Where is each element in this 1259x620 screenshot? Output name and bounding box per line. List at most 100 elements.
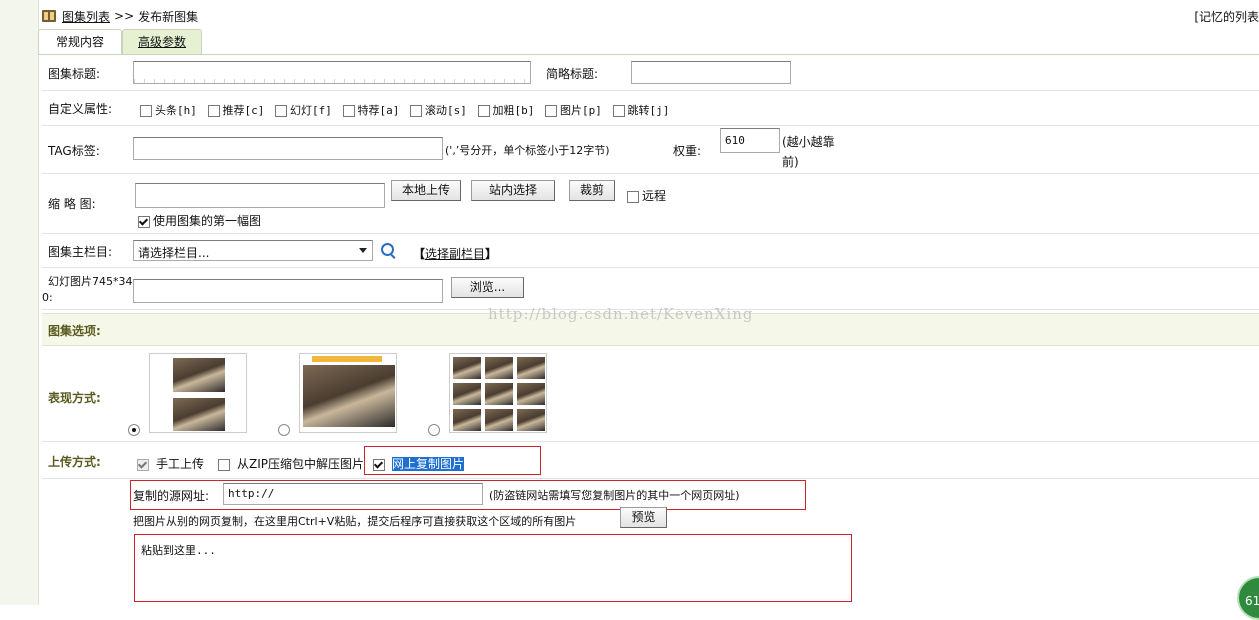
weight-hint-line1: (越小越靠 bbox=[782, 135, 835, 149]
use-first-option[interactable]: 使用图集的第一幅图 bbox=[135, 212, 261, 229]
checkbox[interactable] bbox=[140, 105, 152, 117]
checkbox[interactable] bbox=[137, 458, 149, 471]
status-badge: 61 bbox=[1237, 576, 1259, 620]
attr-label: 推荐[c] bbox=[222, 104, 265, 117]
tab-advanced[interactable]: 高级参数 bbox=[122, 29, 202, 54]
paste-area[interactable]: 粘贴到这里... bbox=[134, 534, 852, 602]
manual-upload-label: 手工上传 bbox=[156, 457, 205, 471]
column-row: 图集主栏目: 请选择栏目... 【 选择副栏目 】 bbox=[42, 233, 1259, 268]
column-select-value: 请选择栏目... bbox=[138, 246, 210, 260]
checkbox[interactable] bbox=[218, 458, 230, 471]
display-mode-radio-2[interactable] bbox=[278, 424, 290, 436]
attr-checkbox-group: 头条[h] 推荐[c] 幻灯[f] 特荐[a] 滚动[s] 加粗[b] 图片[p… bbox=[136, 102, 669, 118]
sample-photo bbox=[453, 409, 481, 431]
sample-photo bbox=[485, 357, 513, 379]
highlight-box bbox=[364, 446, 541, 475]
slide-nav-bar bbox=[312, 356, 382, 362]
weight-label: 权重: bbox=[673, 144, 702, 158]
book-icon bbox=[42, 10, 56, 22]
browse-button[interactable]: 浏览... bbox=[451, 277, 524, 298]
custom-attrs-row: 自定义属性: 头条[h] 推荐[c] 幻灯[f] 特荐[a] 滚动[s] 加粗[… bbox=[42, 90, 1259, 126]
short-title-input[interactable] bbox=[631, 61, 791, 84]
display-mode-thumb-grid[interactable] bbox=[449, 353, 547, 433]
sample-photo bbox=[453, 383, 481, 405]
checkbox[interactable] bbox=[138, 215, 150, 228]
weight-hint-line2: 前) bbox=[782, 155, 799, 169]
display-mode-radio-3[interactable] bbox=[428, 424, 440, 436]
attr-label: 图片[p] bbox=[560, 104, 602, 117]
preview-button[interactable]: 预览 bbox=[620, 507, 667, 528]
sample-photo bbox=[485, 409, 513, 431]
tag-hint: (',’号分开，单个标签小于12字节) bbox=[445, 144, 610, 157]
crop-button[interactable]: 裁剪 bbox=[569, 180, 615, 201]
sample-photo bbox=[303, 365, 395, 427]
checkbox[interactable] bbox=[545, 105, 557, 117]
attr-image[interactable]: 图片[p] bbox=[541, 102, 602, 118]
column-select[interactable]: 请选择栏目... bbox=[133, 240, 373, 261]
checkbox[interactable] bbox=[275, 105, 287, 117]
sub-column-open: 【 bbox=[413, 247, 426, 261]
sample-photo bbox=[485, 383, 513, 405]
status-badge-value: 61 bbox=[1245, 594, 1259, 608]
slide-input[interactable] bbox=[133, 279, 443, 303]
short-title-label: 简略标题: bbox=[546, 67, 599, 81]
weight-input[interactable]: 610 bbox=[720, 128, 780, 153]
slide-label-line1: 幻灯图片745*34 bbox=[48, 275, 133, 288]
checkbox[interactable] bbox=[627, 190, 639, 203]
tag-input[interactable] bbox=[133, 137, 443, 160]
local-upload-button[interactable]: 本地上传 bbox=[391, 180, 461, 201]
title-label: 图集标题: bbox=[48, 67, 101, 81]
slide-row: 幻灯图片745*34 0: 浏览... bbox=[42, 267, 1259, 310]
attr-label: 跳转[j] bbox=[627, 104, 670, 117]
zip-upload-label: 从ZIP压缩包中解压图片 bbox=[237, 457, 364, 471]
attr-headline[interactable]: 头条[h] bbox=[136, 102, 197, 118]
manual-upload-option[interactable]: 手工上传 bbox=[133, 455, 204, 472]
attr-scroll[interactable]: 滚动[s] bbox=[406, 102, 467, 118]
title-input[interactable] bbox=[133, 61, 531, 84]
upload-mode-row: 上传方式: 手工上传 从ZIP压缩包中解压图片 网上复制图片 bbox=[42, 442, 1259, 479]
thumbnail-row: 缩 略 图: 本地上传 站内选择 裁剪 远程 使用图集的第一幅图 bbox=[42, 173, 1259, 234]
attr-recommend[interactable]: 推荐[c] bbox=[204, 102, 265, 118]
tab-general-label: 常规内容 bbox=[55, 35, 104, 49]
attr-label: 特荐[a] bbox=[357, 104, 400, 117]
chevron-down-icon bbox=[359, 248, 367, 253]
checkbox[interactable] bbox=[342, 105, 355, 117]
upload-mode-label: 上传方式: bbox=[48, 455, 101, 469]
remember-list-link[interactable]: [记忆的列表 bbox=[1194, 8, 1259, 25]
remote-option[interactable]: 远程 bbox=[623, 187, 666, 204]
gallery-list-link[interactable]: 图集列表 bbox=[62, 8, 110, 25]
remote-label: 远程 bbox=[642, 189, 667, 203]
display-mode-thumb-slide[interactable] bbox=[299, 353, 397, 433]
thumb-label: 缩 略 图: bbox=[48, 197, 96, 211]
custom-attr-label: 自定义属性: bbox=[48, 102, 113, 116]
attr-bold[interactable]: 加粗[b] bbox=[474, 102, 535, 118]
watermark: http://blog.csdn.net/KevenXing bbox=[488, 305, 754, 323]
attr-label: 加粗[b] bbox=[492, 104, 535, 117]
search-icon[interactable] bbox=[381, 243, 394, 256]
thumb-input[interactable] bbox=[135, 183, 385, 208]
display-mode-radio-1[interactable] bbox=[128, 424, 140, 436]
checkbox[interactable] bbox=[477, 105, 490, 117]
attr-jump[interactable]: 跳转[j] bbox=[609, 102, 670, 118]
tab-general[interactable]: 常规内容 bbox=[38, 29, 122, 54]
zip-upload-option[interactable]: 从ZIP压缩包中解压图片 bbox=[214, 455, 364, 472]
attr-label: 幻灯[f] bbox=[290, 104, 332, 117]
site-select-button[interactable]: 站内选择 bbox=[471, 180, 555, 201]
attr-special[interactable]: 特荐[a] bbox=[339, 102, 400, 118]
display-mode-label: 表现方式: bbox=[48, 391, 101, 405]
checkbox[interactable] bbox=[410, 105, 422, 117]
attr-label: 头条[h] bbox=[155, 104, 197, 117]
title-row: 图集标题: 简略标题: bbox=[42, 55, 1259, 91]
column-label: 图集主栏目: bbox=[48, 245, 113, 259]
sample-photo bbox=[173, 358, 225, 392]
sample-photo bbox=[453, 357, 481, 379]
tag-row: TAG标签: (',’号分开，单个标签小于12字节) 权重: 610 (越小越靠… bbox=[42, 125, 1259, 174]
tab-advanced-label: 高级参数 bbox=[137, 35, 186, 49]
sample-photo bbox=[173, 398, 225, 431]
checkbox[interactable] bbox=[612, 105, 625, 117]
sample-photo bbox=[517, 409, 545, 431]
checkbox[interactable] bbox=[207, 105, 220, 117]
attr-slide[interactable]: 幻灯[f] bbox=[271, 102, 332, 118]
display-mode-thumb-list[interactable] bbox=[149, 353, 247, 433]
select-sub-column-link[interactable]: 选择副栏目 bbox=[425, 245, 485, 262]
